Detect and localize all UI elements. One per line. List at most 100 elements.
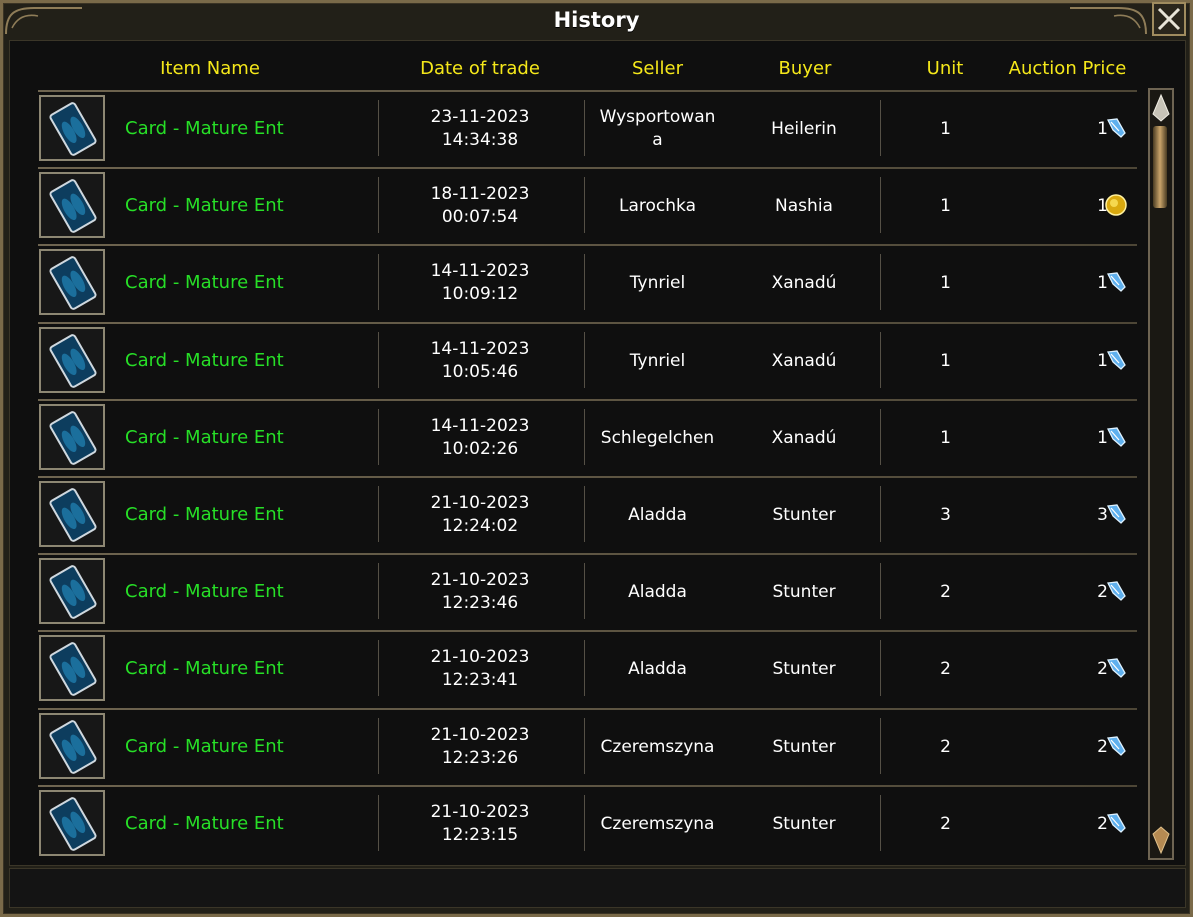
seller-name: Aladda xyxy=(628,582,687,603)
unit-count: 1 xyxy=(940,196,951,217)
crystal-icon xyxy=(1107,735,1126,756)
auction-price: 1 xyxy=(1097,350,1108,371)
card-icon[interactable] xyxy=(39,635,105,702)
column-divider xyxy=(378,640,379,697)
trade-date: 14-11-2023 10:09:12 xyxy=(380,260,580,306)
trade-date: 21-10-2023 12:23:41 xyxy=(380,646,580,692)
crystal-icon xyxy=(1107,118,1126,138)
table-row[interactable]: Card - Mature Ent 21-10-2023 12:24:02 Ala… xyxy=(38,475,1137,553)
table-row[interactable]: Card - Mature Ent 18-11-2023 00:07:54 Lar… xyxy=(38,167,1137,244)
card-icon[interactable] xyxy=(39,172,105,239)
trade-date: 21-10-2023 12:23:46 xyxy=(380,569,580,615)
card-icon[interactable] xyxy=(39,403,105,470)
buyer-name: Stunter xyxy=(772,736,836,757)
header-buyer[interactable]: Buyer xyxy=(750,57,860,81)
column-divider xyxy=(378,254,379,311)
card-icon[interactable] xyxy=(39,95,105,161)
header-unit[interactable]: Unit xyxy=(905,57,985,81)
card-icon[interactable] xyxy=(39,789,105,856)
seller-name: Aladda xyxy=(628,504,687,525)
trade-date-day: 14-11-2023 xyxy=(430,261,530,282)
card-icon[interactable] xyxy=(39,249,105,316)
trade-date-time: 12:23:46 xyxy=(441,593,519,614)
crystal-icon xyxy=(1107,658,1126,679)
column-divider xyxy=(880,640,881,697)
trade-date-time: 10:09:12 xyxy=(441,284,519,305)
buyer-name: Xanadú xyxy=(771,350,837,371)
column-divider xyxy=(880,717,881,774)
seller-name: Wysportowan a xyxy=(586,106,729,152)
unit-count: 2 xyxy=(940,659,951,680)
scrollbar-thumb[interactable] xyxy=(1153,126,1167,208)
column-divider xyxy=(584,254,585,311)
crystal-icon xyxy=(1107,272,1126,293)
table-row[interactable]: Card - Mature Ent 21-10-2023 12:23:41 Ala… xyxy=(38,630,1137,707)
header-item-name[interactable]: Item Name xyxy=(130,57,290,81)
card-icon[interactable] xyxy=(39,712,105,779)
seller-name: Czeremszyna xyxy=(600,813,715,834)
header-date[interactable]: Date of trade xyxy=(400,57,560,81)
item-name: Card - Mature Ent xyxy=(125,195,284,217)
trade-date: 14-11-2023 10:05:46 xyxy=(380,338,580,384)
table-row[interactable]: Card - Mature Ent 21-10-2023 12:23:46 Ala… xyxy=(38,553,1137,630)
table-row[interactable]: Card - Mature Ent 14-11-2023 10:09:12 Tyn… xyxy=(38,244,1137,321)
column-divider xyxy=(880,100,881,156)
seller-name: Czeremszyna xyxy=(600,736,715,757)
trade-date: 21-10-2023 12:24:02 xyxy=(380,492,580,538)
crystal-icon xyxy=(1107,581,1126,602)
crystal-icon xyxy=(1107,812,1126,833)
row-divider xyxy=(38,707,1137,710)
trade-date-day: 14-11-2023 xyxy=(430,338,530,359)
unit-count: 1 xyxy=(940,119,951,139)
auction-price: 2 xyxy=(1097,659,1108,680)
scroll-up-arrow-icon[interactable] xyxy=(1151,92,1171,124)
table-row[interactable]: Card - Mature Ent 21-10-2023 12:23:26 Cze… xyxy=(38,707,1137,785)
trade-date-day: 21-10-2023 xyxy=(430,570,530,591)
table-row[interactable]: Card - Mature Ent 23-11-2023 14:34:38 Wys… xyxy=(38,90,1137,167)
header-seller[interactable]: Seller xyxy=(600,57,715,81)
unit-count: 3 xyxy=(940,504,951,525)
card-icon[interactable] xyxy=(39,326,105,393)
buyer-name: Stunter xyxy=(772,504,836,525)
column-divider xyxy=(378,408,379,465)
row-divider xyxy=(38,167,1137,170)
trade-date: 21-10-2023 12:23:15 xyxy=(380,801,580,847)
seller-name: Aladda xyxy=(628,659,687,680)
item-name: Card - Mature Ent xyxy=(125,349,284,371)
trade-date-day: 21-10-2023 xyxy=(430,492,530,513)
card-icon[interactable] xyxy=(39,558,105,625)
footer-bar xyxy=(9,868,1186,908)
column-divider xyxy=(584,794,585,851)
column-divider xyxy=(378,177,379,234)
row-divider xyxy=(38,630,1137,633)
trade-date: 21-10-2023 12:23:26 xyxy=(380,724,580,770)
row-divider xyxy=(38,321,1137,324)
column-divider xyxy=(378,100,379,156)
header-auction-price[interactable]: Auction Price xyxy=(1000,57,1135,81)
trade-date-time: 12:23:26 xyxy=(441,747,519,768)
column-divider xyxy=(584,408,585,465)
row-divider xyxy=(38,398,1137,401)
column-divider xyxy=(880,254,881,311)
seller-name: Schlegelchen xyxy=(600,427,715,448)
close-button[interactable] xyxy=(1152,2,1186,36)
card-icon[interactable] xyxy=(39,480,105,547)
unit-count: 2 xyxy=(940,813,951,834)
scroll-down-arrow-icon[interactable] xyxy=(1151,824,1171,856)
trade-date-day: 18-11-2023 xyxy=(430,184,530,205)
buyer-name: Stunter xyxy=(772,659,836,680)
unit-count: 1 xyxy=(940,273,951,294)
item-name: Card - Mature Ent xyxy=(125,118,284,139)
table-row[interactable]: Card - Mature Ent 14-11-2023 10:02:26 Sch… xyxy=(38,398,1137,476)
trade-date: 18-11-2023 00:07:54 xyxy=(380,183,580,229)
item-name: Card - Mature Ent xyxy=(125,272,284,294)
trade-date: 14-11-2023 10:02:26 xyxy=(380,415,580,461)
auction-price: 2 xyxy=(1097,736,1108,757)
column-divider xyxy=(584,640,585,697)
column-divider xyxy=(880,794,881,851)
item-name: Card - Mature Ent xyxy=(125,503,284,525)
gold-coin-icon xyxy=(1105,194,1127,216)
table-row[interactable]: Card - Mature Ent 21-10-2023 12:23:15 Cze… xyxy=(38,784,1137,862)
item-name: Card - Mature Ent xyxy=(125,658,284,680)
table-row[interactable]: Card - Mature Ent 14-11-2023 10:05:46 Tyn… xyxy=(38,321,1137,399)
